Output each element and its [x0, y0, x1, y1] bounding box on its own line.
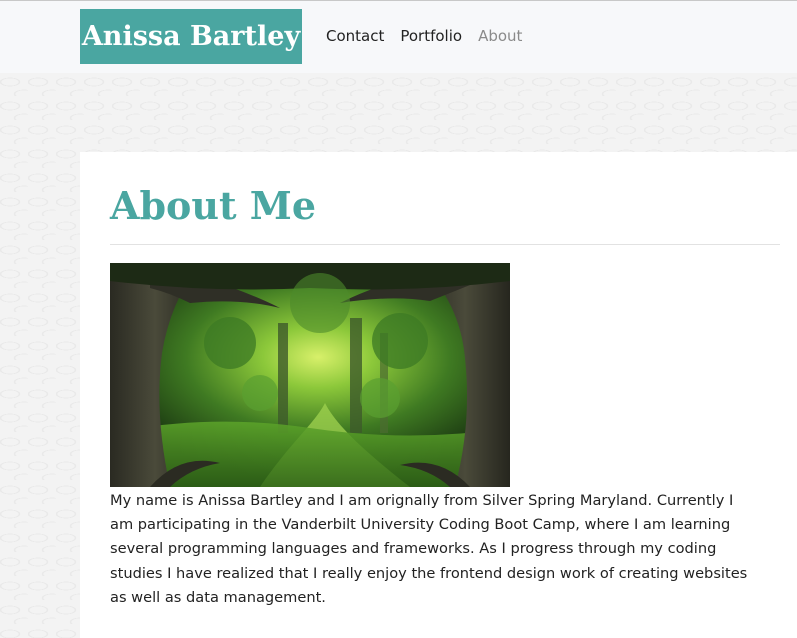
- nav-link-contact[interactable]: Contact: [326, 27, 384, 45]
- forest-image: [110, 263, 510, 487]
- page-title: About Me: [110, 183, 317, 228]
- main-content: About Me My name is Anissa Bartley and I…: [80, 152, 797, 638]
- nav-link-portfolio[interactable]: Portfolio: [400, 27, 462, 45]
- nav-links: Contact Portfolio About: [326, 27, 538, 45]
- title-divider: [110, 244, 780, 245]
- brand-logo[interactable]: Anissa Bartley: [80, 9, 302, 64]
- bio-paragraph: My name is Anissa Bartley and I am orign…: [110, 492, 748, 606]
- nav-link-about[interactable]: About: [478, 27, 522, 45]
- navbar: Anissa Bartley Contact Portfolio About: [0, 1, 797, 73]
